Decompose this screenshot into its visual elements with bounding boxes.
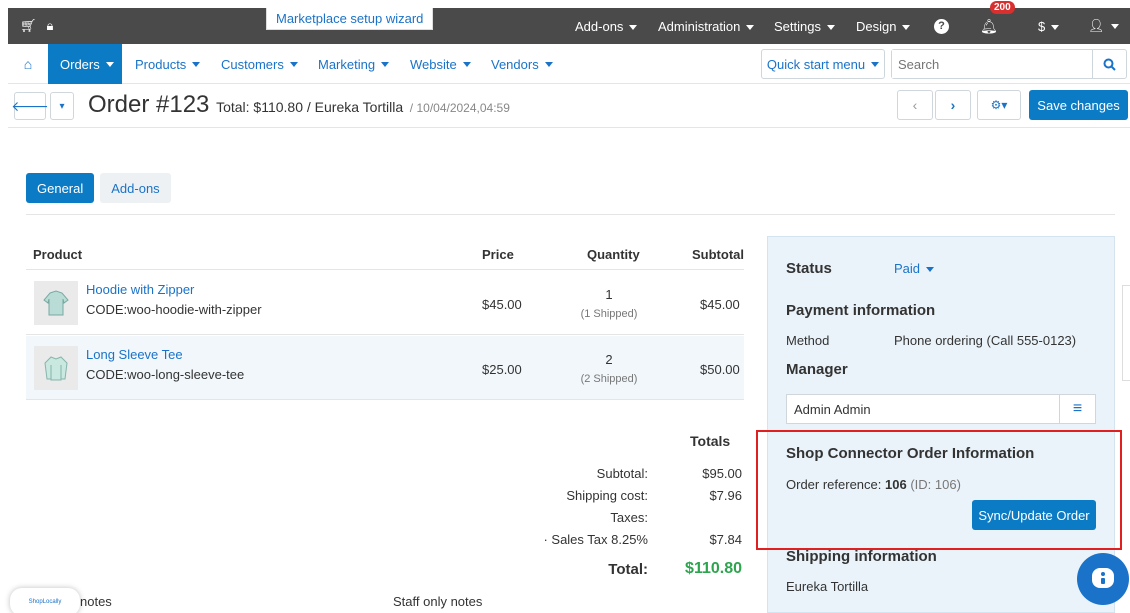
shipped-count: (2 Shipped) — [580, 373, 638, 385]
nav-marketing[interactable]: Marketing — [318, 44, 389, 84]
currency-menu[interactable]: $ — [1038, 8, 1059, 44]
prev-order-icon[interactable]: ‹ — [897, 90, 933, 120]
staff-notes-label: Staff only notes — [393, 594, 483, 609]
nav-vendors[interactable]: Vendors — [491, 44, 553, 84]
top-bar: 🛒︎ 🔒︎ Marketplace setup wizard Add-ons A… — [8, 1, 1130, 44]
marketplace-wizard-link[interactable]: Marketplace setup wizard — [266, 8, 434, 30]
product-link-tee[interactable]: Long Sleeve Tee — [86, 347, 183, 362]
design-menu[interactable]: Design — [856, 8, 910, 44]
back-arrow-icon[interactable]: 🡐 — [11, 92, 49, 120]
highlight-box — [756, 430, 1122, 550]
product-subtotal: $50.00 — [700, 362, 740, 377]
total-label: Total: — [608, 561, 648, 578]
save-changes-button[interactable]: Save changes — [1029, 90, 1128, 120]
search-box — [891, 49, 1127, 79]
menu-icon[interactable]: ≡ — [1059, 395, 1095, 423]
chat-icon[interactable] — [1077, 553, 1129, 605]
nav-customers[interactable]: Customers — [221, 44, 298, 84]
subtotal-label: Subtotal: — [596, 466, 648, 481]
total-value: $110.80 — [685, 560, 742, 577]
manager-value: Admin Admin — [794, 402, 871, 417]
notifications-badge: 200 — [990, 1, 1015, 14]
product-quantity: 1 (1 Shipped) — [569, 287, 649, 320]
divider — [26, 214, 1115, 215]
user-menu[interactable]: 👤︎ — [1088, 8, 1119, 44]
product-subtotal: $45.00 — [700, 297, 740, 312]
nav-orders[interactable]: Orders — [48, 44, 122, 84]
col-price: Price — [482, 247, 514, 262]
nav-website[interactable]: Website — [410, 44, 471, 84]
product-code: CODE:woo-long-sleeve-tee — [86, 367, 245, 382]
sales-tax-value: $7.84 — [709, 532, 742, 547]
method-value: Phone ordering (Call 555-0123) — [894, 333, 1077, 348]
status-dropdown[interactable]: Paid — [894, 261, 934, 276]
table-header: Product Price Quantity Subtotal — [26, 244, 744, 270]
taxes-label: Taxes: — [610, 510, 648, 525]
tabs: General Add-ons — [26, 173, 171, 203]
side-panel-handle[interactable] — [1122, 285, 1130, 381]
tab-addons[interactable]: Add-ons — [100, 173, 171, 203]
search-icon[interactable] — [1092, 50, 1126, 78]
chevron-down-icon[interactable]: ▾ — [50, 92, 74, 120]
col-quantity: Quantity — [587, 247, 640, 262]
status-label: Status — [786, 260, 832, 277]
method-label: Method — [786, 333, 830, 348]
manager-field[interactable]: Admin Admin ≡ — [786, 394, 1096, 424]
page-title: Order #123 Total: $110.80 / Eureka Torti… — [88, 91, 510, 118]
shipping-cost-label: Shipping cost: — [566, 488, 648, 503]
shipping-cost-value: $7.96 — [709, 488, 742, 503]
col-subtotal: Subtotal — [692, 247, 744, 262]
subtotal-value: $95.00 — [702, 466, 742, 481]
settings-menu[interactable]: Settings — [774, 8, 835, 44]
order-sidebar: Status Paid Payment information Method P… — [767, 236, 1115, 613]
bell-icon: 🔔︎ — [980, 17, 998, 34]
addons-menu[interactable]: Add-ons — [575, 8, 637, 44]
product-link-hoodie[interactable]: Hoodie with Zipper — [86, 282, 194, 297]
totals-title: Totals — [690, 433, 731, 449]
product-price: $25.00 — [482, 362, 522, 377]
sales-tax-label: · Sales Tax 8.25% — [543, 532, 648, 547]
cart-icon[interactable]: 🛒︎ — [20, 18, 37, 34]
shipped-count: (1 Shipped) — [580, 308, 638, 320]
notifications-bell[interactable]: 🔔︎ 200 — [980, 1, 1015, 44]
lock-icon[interactable]: 🔒︎ — [47, 18, 54, 34]
next-order-icon[interactable]: › — [935, 90, 971, 120]
gear-icon[interactable]: ⚙▾ — [977, 90, 1021, 120]
order-date: / 10/04/2024,04:59 — [409, 101, 510, 115]
order-header: 🡐 ▾ Order #123 Total: $110.80 / Eureka T… — [8, 84, 1130, 128]
product-code: CODE:woo-hoodie-with-zipper — [86, 302, 262, 317]
product-quantity: 2 (2 Shipped) — [569, 352, 649, 385]
help-icon[interactable]: ? — [934, 8, 949, 44]
hoodie-thumbnail[interactable] — [34, 281, 78, 325]
manager-title: Manager — [786, 361, 848, 378]
main-nav: ⌂ Orders Products Customers Marketing We… — [8, 44, 1130, 84]
shoplocally-logo[interactable]: ShopLocally — [10, 588, 80, 613]
quick-start-menu[interactable]: Quick start menu — [761, 49, 885, 79]
payment-title: Payment information — [786, 302, 936, 319]
product-price: $45.00 — [482, 297, 522, 312]
shipping-name: Eureka Tortilla — [786, 579, 869, 594]
search-input[interactable] — [892, 50, 1082, 78]
col-product: Product — [33, 247, 83, 262]
top-left-icons: 🛒︎ 🔒︎ — [20, 18, 53, 34]
nav-products[interactable]: Products — [135, 44, 200, 84]
tab-general[interactable]: General — [26, 173, 95, 203]
administration-menu[interactable]: Administration — [658, 8, 754, 44]
table-row: Hoodie with Zipper CODE:woo-hoodie-with-… — [26, 271, 744, 335]
home-icon[interactable]: ⌂ — [8, 44, 48, 84]
tee-thumbnail[interactable] — [34, 346, 78, 390]
order-summary: Total: $110.80 / Eureka Tortilla — [216, 99, 404, 115]
shipping-title: Shipping information — [786, 548, 937, 565]
user-icon: 👤︎ — [1088, 18, 1119, 34]
customer-notes-label: notes — [80, 594, 112, 609]
table-row: Long Sleeve Tee CODE:woo-long-sleeve-tee… — [26, 336, 744, 400]
